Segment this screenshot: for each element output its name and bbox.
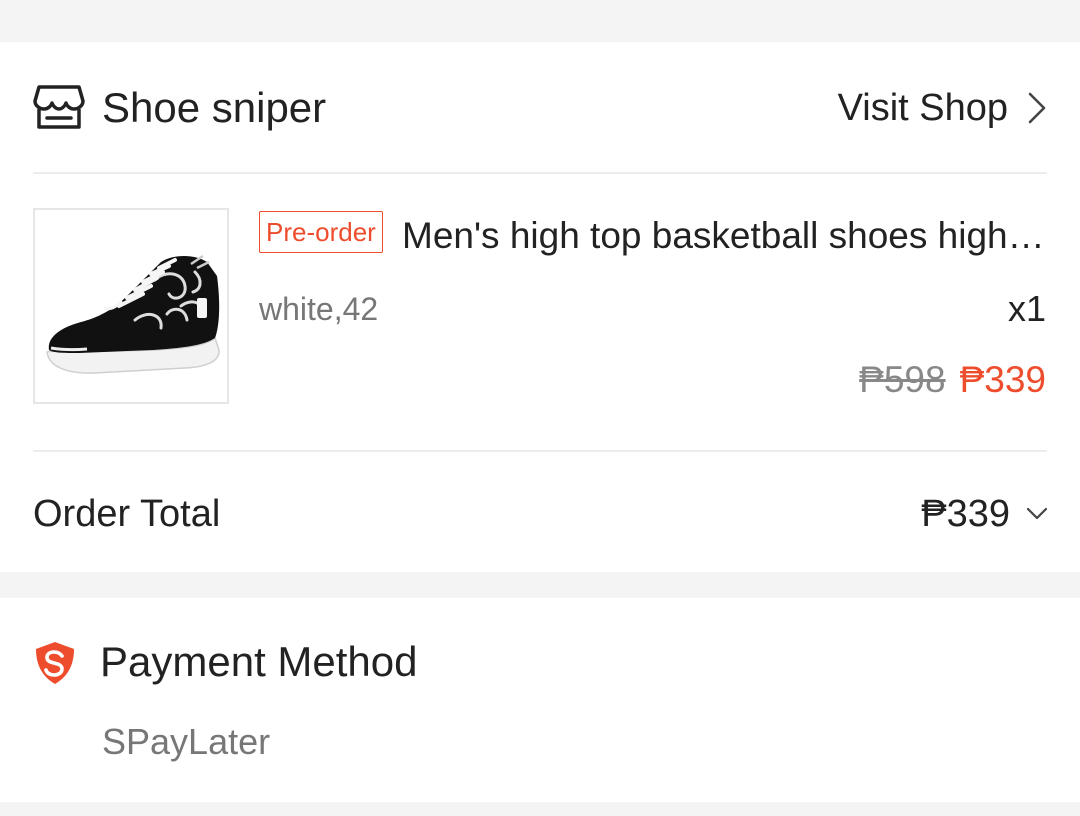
current-price: ₱339 <box>959 359 1046 400</box>
divider <box>33 172 1047 174</box>
visit-shop-button[interactable]: Visit Shop <box>838 86 1048 130</box>
order-total-value: ₱339 <box>921 493 1010 535</box>
original-price: ₱598 <box>859 359 946 400</box>
product-title[interactable]: Men's high top basketball shoes high top… <box>402 214 1046 258</box>
product-prices: ₱598 ₱339 <box>859 358 1046 402</box>
payment-method-title: Payment Method <box>100 638 418 685</box>
divider <box>33 450 1047 452</box>
shop-order-card: Shoe sniper Visit Shop Pre-order Men's h… <box>0 42 1080 572</box>
bottom-spacer <box>0 802 1080 816</box>
preorder-badge: Pre-order <box>259 211 383 253</box>
sneaker-image <box>35 210 227 402</box>
shop-icon <box>33 85 85 129</box>
top-spacer <box>0 0 1080 42</box>
shop-name[interactable]: Shoe sniper <box>102 84 326 132</box>
chevron-right-icon <box>1028 92 1046 124</box>
payment-method-card[interactable]: Payment Method SPayLater <box>0 598 1080 802</box>
chevron-down-icon <box>1026 507 1048 520</box>
product-variation: white,42 <box>259 291 379 327</box>
visit-shop-label: Visit Shop <box>837 87 1008 129</box>
product-quantity: x1 <box>1007 288 1046 329</box>
product-image[interactable] <box>33 208 229 404</box>
order-total-toggle[interactable]: ₱339 <box>921 491 1048 537</box>
order-total-label: Order Total <box>33 493 221 535</box>
shopee-shield-icon <box>36 642 74 684</box>
payment-method-value: SPayLater <box>102 721 271 762</box>
section-spacer <box>0 572 1080 598</box>
shop-header: Shoe sniper Visit Shop <box>0 42 1080 172</box>
